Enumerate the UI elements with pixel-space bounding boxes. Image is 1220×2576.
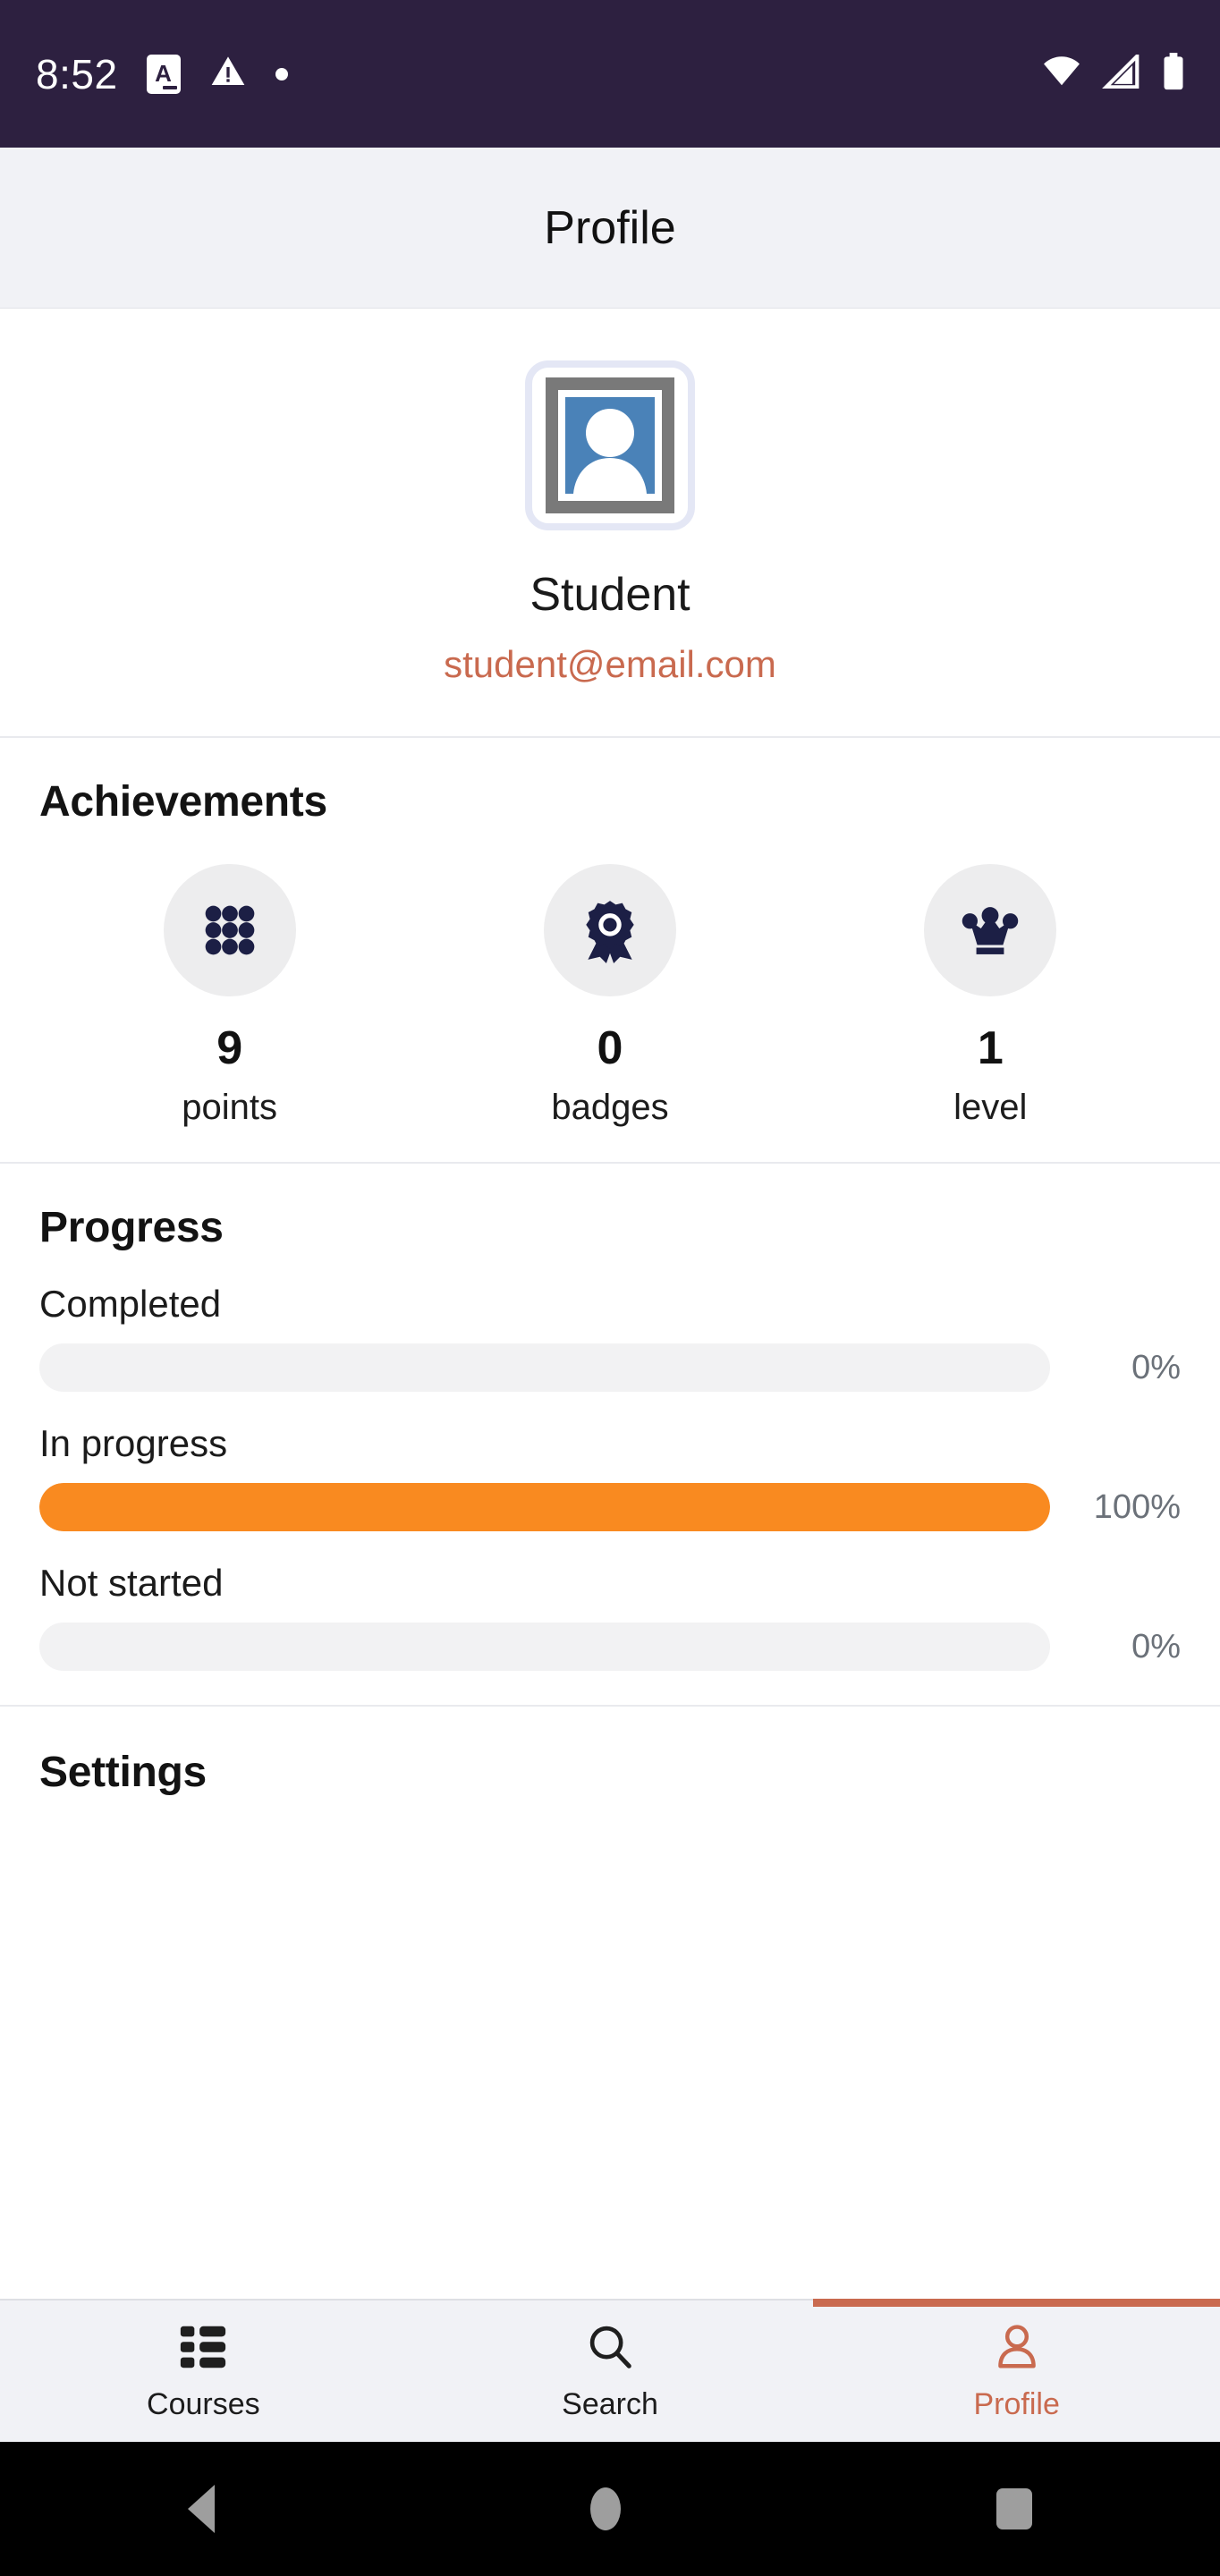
page-title: Profile [544, 201, 676, 254]
dots-grid-icon [205, 905, 254, 955]
bottom-navigation: Courses Search Profile [0, 2299, 1220, 2442]
progress-track [39, 1623, 1050, 1671]
app-bar: Profile [0, 148, 1220, 309]
recents-button[interactable] [996, 2488, 1032, 2529]
back-button[interactable] [188, 2485, 215, 2533]
crown-icon [962, 907, 1019, 954]
progress-title: Progress [39, 1204, 224, 1251]
progress-percent: 100% [1093, 1487, 1181, 1526]
status-bar-clock: 8:52 [36, 50, 118, 97]
progress-label: In progress [39, 1422, 228, 1464]
settings-title: Settings [39, 1749, 207, 1796]
stat-level[interactable]: 1 level [883, 864, 1097, 1128]
achievements-title: Achievements [39, 778, 327, 826]
app-badge-icon: A [146, 54, 181, 94]
broken-image-portrait-placeholder-icon [546, 377, 674, 513]
avatar[interactable] [525, 360, 695, 530]
nav-label: Courses [147, 2386, 260, 2421]
search-icon [589, 2326, 631, 2368]
battery-icon [1161, 53, 1186, 95]
profile-header: Student student@email.com [0, 309, 1220, 736]
stat-value: 0 [597, 1022, 623, 1074]
progress-item-in-progress: In progress 100% [39, 1422, 1181, 1531]
android-system-nav [0, 2442, 1220, 2576]
stat-label: points [182, 1088, 278, 1127]
profile-name: Student [530, 569, 690, 621]
progress-row: 100% [39, 1483, 1181, 1531]
progress-item-completed: Completed 0% [39, 1283, 1181, 1392]
cellular-signal-icon [1101, 51, 1141, 93]
progress-label: Not started [39, 1562, 224, 1604]
achievements-stats-row: 9 points 0 badges 1 level [39, 864, 1181, 1128]
warning-triangle-icon [209, 54, 247, 94]
stat-points[interactable]: 9 points [123, 864, 337, 1128]
nav-item-profile[interactable]: Profile [813, 2299, 1220, 2442]
stat-icon-circle [924, 864, 1057, 996]
status-bar-left: 8:52 A [36, 50, 288, 98]
nav-label: Search [562, 2386, 658, 2421]
stat-value: 1 [977, 1022, 1004, 1074]
courses-list-icon [181, 2326, 226, 2368]
achievements-section: Achievements 9 points 0 badges 1 level [0, 738, 1220, 1162]
award-rosette-icon [586, 901, 634, 963]
settings-section: Settings [0, 1707, 1220, 1797]
nav-item-search[interactable]: Search [407, 2301, 814, 2442]
wifi-icon [1041, 55, 1082, 93]
dot-icon [275, 67, 288, 80]
progress-item-not-started: Not started 0% [39, 1562, 1181, 1671]
progress-track [39, 1343, 1050, 1392]
progress-row: 0% [39, 1343, 1181, 1392]
scroll-content[interactable]: Student student@email.com Achievements 9… [0, 309, 1220, 2299]
nav-label: Profile [973, 2386, 1060, 2421]
stat-value: 9 [216, 1022, 243, 1074]
stat-icon-circle [163, 864, 296, 996]
progress-row: 0% [39, 1623, 1181, 1671]
progress-label: Completed [39, 1283, 222, 1325]
stat-label: badges [551, 1088, 669, 1127]
nav-item-courses[interactable]: Courses [0, 2301, 407, 2442]
person-icon [997, 2324, 1036, 2368]
stat-badges[interactable]: 0 badges [503, 864, 717, 1128]
progress-percent: 0% [1131, 1627, 1181, 1665]
progress-track [39, 1483, 1050, 1531]
app-badge-letter: A [155, 60, 172, 87]
progress-section: Progress Completed 0% In progress 100% N… [0, 1164, 1220, 1705]
phone-screen: 8:52 A Profile Student student@email.com… [0, 0, 1220, 2576]
stat-icon-circle [543, 864, 676, 996]
status-bar-right [1041, 51, 1186, 95]
progress-percent: 0% [1131, 1348, 1181, 1386]
profile-email: student@email.com [444, 643, 776, 685]
progress-fill [39, 1483, 1050, 1531]
stat-label: level [953, 1088, 1028, 1127]
home-button[interactable] [590, 2487, 621, 2530]
status-bar: 8:52 A [0, 0, 1220, 148]
